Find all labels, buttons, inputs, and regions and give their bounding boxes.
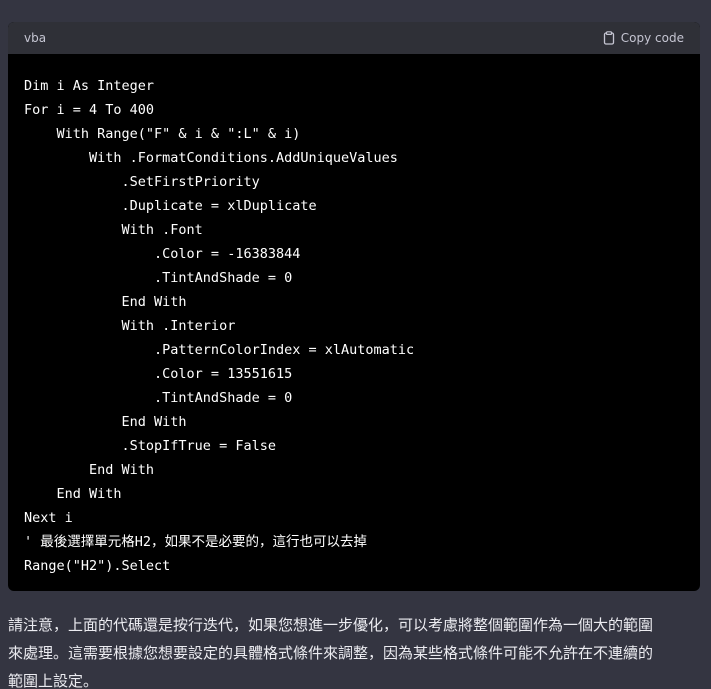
code-language-label: vba: [24, 31, 47, 45]
copy-code-label: Copy code: [620, 31, 684, 45]
code-line: With .Interior: [24, 318, 236, 334]
code-line: .TintAndShade = 0: [24, 390, 293, 406]
explanation-paragraph: 請注意，上面的代碼還是按行迭代，如果您想進一步優化，可以考慮將整個範圍作為一個大…: [8, 611, 700, 689]
paragraph-line: 請注意，上面的代碼還是按行迭代，如果您想進一步優化，可以考慮將整個範圍作為一個大…: [8, 616, 654, 634]
code-line: End With: [24, 414, 187, 430]
clipboard-icon: [602, 31, 616, 45]
copy-code-button[interactable]: Copy code: [602, 31, 684, 45]
code-comment-line: ' 最後選擇單元格H2，如果不是必要的，這行也可以去掉: [24, 534, 368, 550]
code-line: .PatternColorIndex = xlAutomatic: [24, 342, 415, 358]
code-block-header: vba Copy code: [8, 22, 700, 54]
code-line: End With: [24, 294, 187, 310]
code-line: With Range("F" & i & ":L" & i): [24, 126, 301, 142]
code-line: .Color = -16383844: [24, 246, 301, 262]
code-line: With .Font: [24, 222, 203, 238]
code-line: .Duplicate = xlDuplicate: [24, 198, 317, 214]
code-line: .TintAndShade = 0: [24, 270, 293, 286]
code-line: .SetFirstPriority: [24, 174, 260, 190]
code-line: Dim i As Integer: [24, 78, 155, 94]
paragraph-line: 來處理。這需要根據您想要設定的具體格式條件來調整，因為某些格式條件可能不允許在不…: [8, 644, 654, 662]
code-line: End With: [24, 486, 122, 502]
code-line: .StopIfTrue = False: [24, 438, 276, 454]
code-line: End With: [24, 462, 155, 478]
code-line: Next i: [24, 510, 73, 526]
code-line: With .FormatConditions.AddUniqueValues: [24, 150, 398, 166]
code-block: vba Copy code Dim i As Integer For i = 4…: [8, 22, 700, 591]
code-line: .Color = 13551615: [24, 366, 293, 382]
paragraph-line: 範圍上設定。: [8, 672, 99, 689]
code-body: Dim i As Integer For i = 4 To 400 With R…: [8, 54, 700, 578]
code-line: Range("H2").Select: [24, 558, 171, 574]
code-line: For i = 4 To 400: [24, 102, 155, 118]
